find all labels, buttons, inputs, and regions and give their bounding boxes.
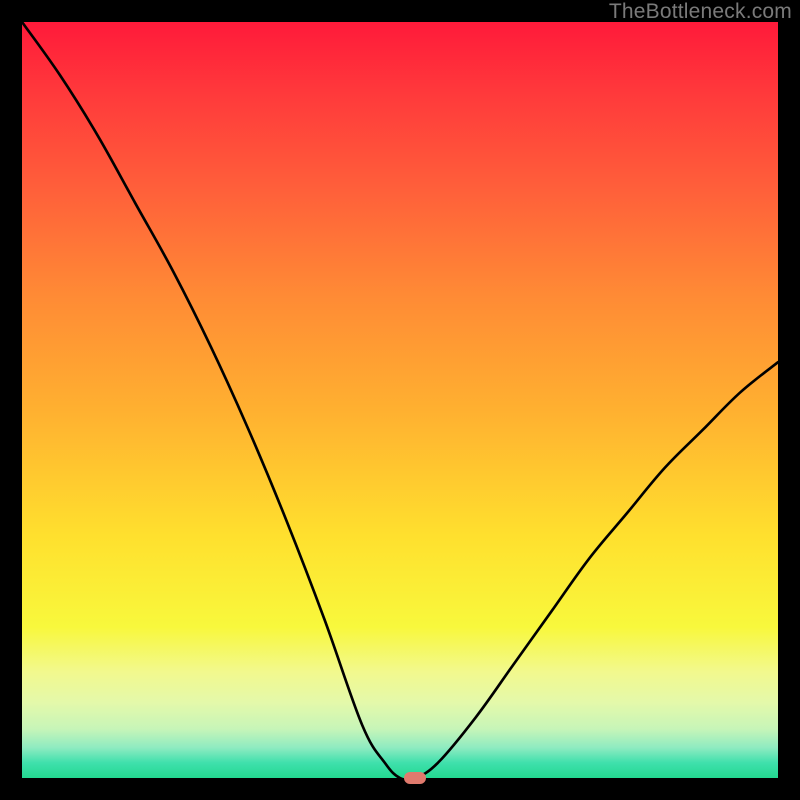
optimal-point-marker (404, 772, 426, 784)
chart-frame: TheBottleneck.com (0, 0, 800, 800)
watermark-label: TheBottleneck.com (609, 0, 792, 24)
bottleneck-curve (22, 22, 778, 778)
plot-area (22, 22, 778, 778)
